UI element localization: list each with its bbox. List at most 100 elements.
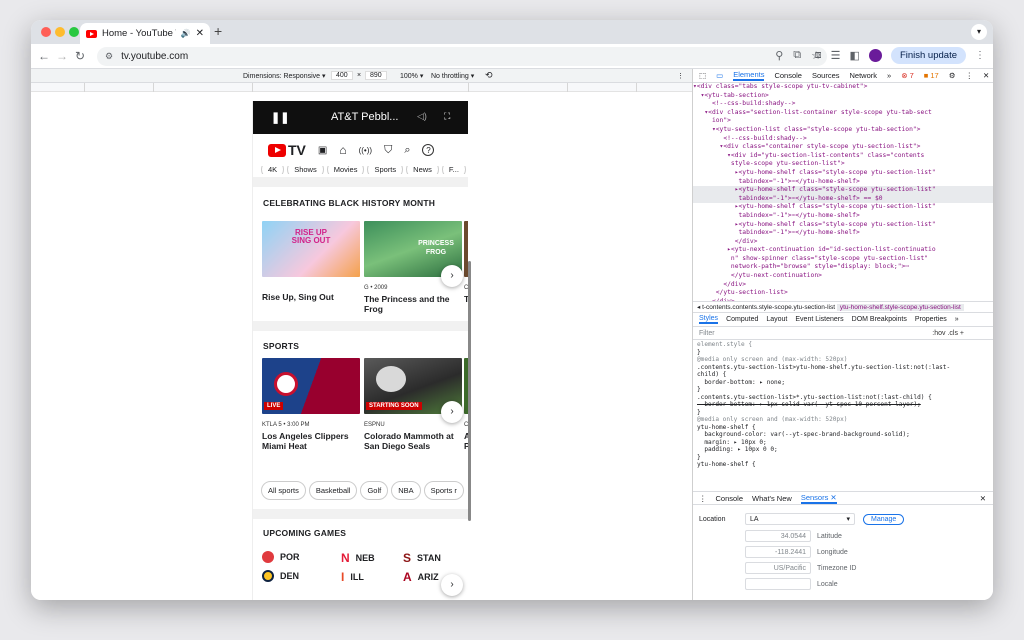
close-window-button[interactable] — [41, 27, 51, 37]
height-input[interactable]: 890 — [365, 71, 387, 80]
help-icon[interactable]: ? — [422, 144, 435, 156]
shelf-next-button[interactable]: › — [441, 265, 463, 287]
viewport-scrollbar[interactable] — [468, 261, 471, 521]
dom-node-line[interactable]: ▾<div class="tabs style-scope ytu-tv-cab… — [693, 83, 993, 92]
css-rule-line[interactable]: element.style { — [697, 341, 993, 349]
speaker-icon[interactable]: 🔊 — [181, 29, 191, 38]
css-rule-line[interactable]: .contents.ytu-section-list>ytu-home-shel… — [697, 364, 993, 372]
filter-input[interactable]: Filter — [699, 330, 932, 337]
tab-console[interactable]: Console — [774, 71, 802, 80]
css-rule-line[interactable]: child) { — [697, 371, 993, 379]
shopping-bag-icon[interactable]: ⛉ — [384, 144, 392, 157]
rotate-icon[interactable]: ⟲ — [485, 70, 493, 81]
live-icon[interactable]: ((•)) — [359, 146, 372, 155]
filter-toggles[interactable]: :hov .cls + — [932, 330, 964, 337]
tab-properties[interactable]: Properties — [915, 316, 947, 323]
dom-node-line[interactable]: ▸<ytu-next-continuation id="id-section-l… — [693, 246, 993, 255]
shelf-next-button[interactable]: › — [441, 401, 463, 423]
style-rules[interactable]: element.style {} @media only screen and (… — [693, 341, 993, 491]
width-input[interactable]: 400 — [331, 71, 353, 80]
drawer-tab-sensors[interactable]: Sensors ✕ — [800, 493, 837, 504]
close-devtools-icon[interactable]: ✕ — [983, 71, 989, 80]
team-neb[interactable]: N NEB — [341, 551, 375, 565]
chip-nba[interactable]: NBA — [391, 481, 421, 500]
share-icon[interactable]: ⧉ — [793, 49, 801, 62]
tab-elements[interactable]: Elements — [733, 70, 765, 81]
settings-gear-icon[interactable]: ⚙ — [949, 71, 956, 80]
warning-count[interactable]: ■ 17 — [924, 71, 939, 80]
dom-node-line[interactable]: tabindex="-1">⋯</ytu-home-shelf> — [693, 178, 993, 187]
chip-basketball[interactable]: Basketball — [308, 481, 358, 500]
mini-player[interactable]: ❚❚ AT&T Pebbl... ◁) ⛶ — [253, 101, 468, 134]
home-icon[interactable]: ⌂ — [339, 143, 346, 157]
dom-node-line[interactable]: ▾<div class="container style-scope ytu-s… — [693, 143, 993, 152]
tab-layout[interactable]: Layout — [766, 316, 787, 323]
tab-network[interactable]: Network — [850, 71, 878, 80]
extensions-icon[interactable]: ⧈ — [815, 49, 822, 62]
dom-node-line[interactable]: tabindex="-1">⋯</ytu-home-shelf> — [693, 212, 993, 221]
throttling-dropdown[interactable]: No throttling ▾ — [431, 72, 474, 80]
card-rise-up[interactable]: RISE UP SING OUT Rise Up, Sing Out — [262, 221, 360, 302]
location-select[interactable]: LA ▾ — [745, 513, 855, 525]
finish-update-button[interactable]: Finish update — [890, 47, 966, 64]
tab-styles-more[interactable]: » — [955, 316, 959, 323]
dom-node-line[interactable]: </div> — [693, 281, 993, 290]
tab-computed[interactable]: Computed — [726, 316, 758, 323]
css-rule-line[interactable]: border-bottom: ▸ 1px solid var(--yt-spec… — [697, 401, 993, 409]
css-rule-line[interactable]: .contents.ytu-section-list>*.ytu-section… — [697, 394, 993, 402]
chip-more[interactable]: F... — [441, 166, 466, 174]
breadcrumb-item-selected[interactable]: ytu-home-shelf.style-scope.ytu-section-l… — [836, 303, 964, 311]
css-rule-line[interactable]: } — [697, 409, 993, 417]
youtube-tv-logo[interactable]: TV — [268, 142, 306, 158]
location-pin-icon[interactable]: ⚲ — [775, 49, 783, 62]
search-icon[interactable]: ⌕ — [404, 144, 410, 157]
device-toggle-icon[interactable]: ▭ — [716, 71, 723, 80]
dom-node-line[interactable]: <!--css-build:shady--> — [693, 100, 993, 109]
tab-dom-breakpoints[interactable]: DOM Breakpoints — [852, 316, 907, 323]
maximize-window-button[interactable] — [69, 27, 79, 37]
drawer-tab-console[interactable]: Console — [716, 494, 744, 503]
devtools-menu-icon[interactable]: ⋮ — [965, 71, 973, 80]
profile-avatar[interactable] — [868, 49, 882, 62]
team-por[interactable]: POR — [262, 551, 300, 563]
zoom-dropdown[interactable]: 100% ▾ — [400, 72, 423, 80]
dom-node-line[interactable]: </ytu-section-list> — [693, 289, 993, 298]
css-rule-line[interactable]: @media only screen and (max-width: 520px… — [697, 356, 993, 364]
new-tab-button[interactable]: + — [214, 23, 222, 39]
dom-node-line[interactable]: ▸<ytu-home-shelf class="style-scope ytu-… — [693, 203, 993, 212]
dom-node-line[interactable]: ▾<div class="section-list-container styl… — [693, 109, 993, 118]
manage-button[interactable]: Manage — [863, 513, 905, 525]
dom-node-line[interactable]: ▾<div id="ytu-section-list-contents" cla… — [693, 152, 993, 161]
dom-node-line[interactable]: ▾<ytu-section-list class="style-scope yt… — [693, 126, 993, 135]
chip-all-sports[interactable]: All sports — [261, 481, 306, 500]
latitude-input[interactable]: 34.0544 — [745, 530, 811, 542]
drawer-tab-whats-new[interactable]: What's New — [752, 494, 792, 503]
tab-styles[interactable]: Styles — [699, 315, 719, 324]
locale-input[interactable] — [745, 578, 811, 590]
tab-sources[interactable]: Sources — [812, 71, 840, 80]
minimize-window-button[interactable] — [55, 27, 65, 37]
device-options-icon[interactable]: ⋮ — [677, 72, 684, 80]
css-rule-line[interactable]: padding: ▸ 10px 0 0; — [697, 446, 993, 454]
css-rule-line[interactable]: } — [697, 454, 993, 462]
chip-movies[interactable]: Movies — [326, 166, 365, 174]
team-ariz[interactable]: A ARIZ — [403, 570, 439, 584]
side-panel-icon[interactable]: ◧ — [850, 49, 860, 62]
pause-icon[interactable]: ❚❚ — [271, 111, 289, 124]
drawer-menu-icon[interactable]: ⋮ — [699, 494, 707, 503]
fullscreen-icon[interactable]: ⛶ — [444, 111, 450, 122]
inspect-icon[interactable]: ⬚ — [699, 71, 706, 80]
dom-node-line[interactable]: ▸<ytu-home-shelf class="style-scope ytu-… — [693, 186, 993, 195]
css-rule-line[interactable]: background-color: var(--yt-spec-brand-ba… — [697, 431, 993, 439]
dom-tree[interactable]: ▾<div class="tabs style-scope ytu-tv-cab… — [693, 83, 993, 301]
close-drawer-icon[interactable]: ✕ — [980, 494, 986, 503]
dom-node-line[interactable]: ▸<ytu-home-shelf class="style-scope ytu-… — [693, 221, 993, 230]
css-rule-line[interactable]: @media only screen and (max-width: 520px… — [697, 416, 993, 424]
tab-search-chevron-icon[interactable]: ▾ — [971, 24, 987, 40]
address-bar[interactable]: ⚙ tv.youtube.com ⚲ ⧉ ☆ — [97, 47, 827, 66]
team-stan[interactable]: S STAN — [403, 551, 441, 565]
dom-node-line[interactable]: </ytu-next-continuation> — [693, 272, 993, 281]
error-count[interactable]: ⊗ 7 — [901, 71, 914, 80]
css-rule-line[interactable]: margin: ▸ 10px 0; — [697, 439, 993, 447]
dom-node-line[interactable]: style-scope ytu-section-list"> — [693, 160, 993, 169]
